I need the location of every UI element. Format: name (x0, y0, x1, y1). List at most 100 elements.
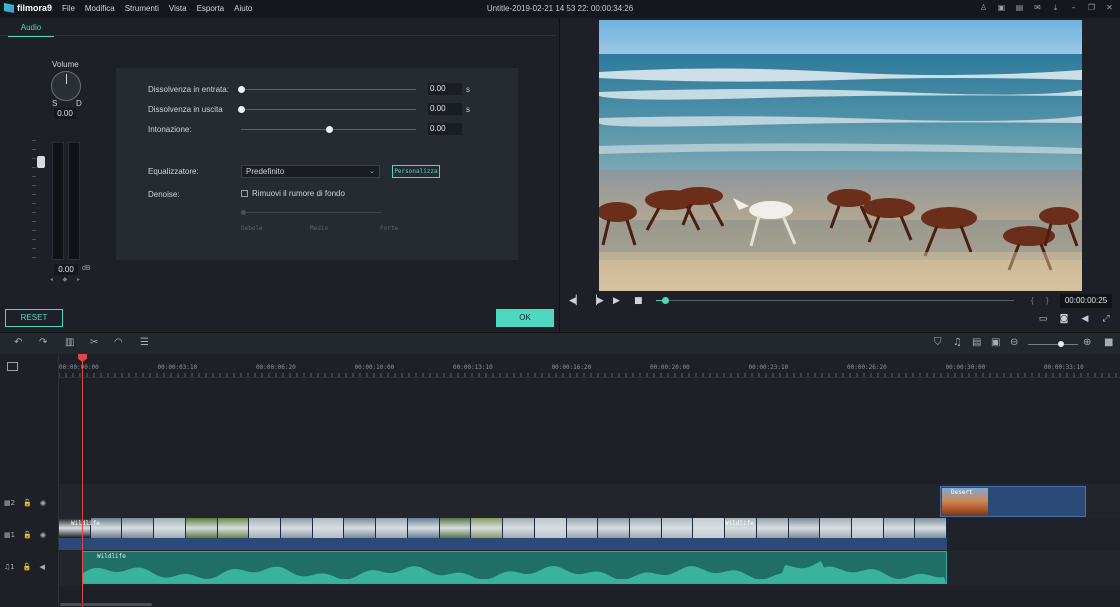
download-icon[interactable]: ⤓ (1051, 3, 1060, 12)
equalizer-label: Equalizzatore: (148, 167, 199, 176)
zoom-slider-thumb[interactable] (1057, 341, 1064, 347)
fade-out-value[interactable]: 0.00 (428, 103, 462, 115)
playhead[interactable] (82, 354, 83, 607)
filmora-logo-icon (4, 3, 14, 13)
filmstrip-frame (249, 518, 282, 538)
marker-icon[interactable]: ⛉ (934, 338, 942, 348)
playback-progress-track[interactable] (656, 300, 1014, 301)
visibility-icon[interactable]: ◉ (40, 499, 46, 509)
scale-tick (32, 158, 36, 159)
timeline-settings-icon[interactable]: ■ (1104, 338, 1113, 348)
ruler-label: 00:00:13:10 (453, 364, 493, 371)
menu-esporta[interactable]: Esporta (197, 4, 225, 13)
lock-icon[interactable]: 🔓 (23, 499, 32, 509)
denoise-level-track (241, 212, 381, 213)
fullscreen-icon[interactable]: ⤢ (1100, 314, 1112, 324)
scale-tick (32, 194, 36, 195)
ok-button[interactable]: OK (496, 309, 554, 327)
previous-frame-icon[interactable]: ◀▏ (569, 297, 583, 306)
scale-tick (32, 149, 36, 150)
volume-db-value[interactable]: 0.00 (54, 264, 78, 275)
knob-value[interactable]: 0.00 (54, 108, 76, 119)
timeline-ruler[interactable]: 00:00:00:00 00:00:03:10 00:00:06:20 00:00:1… (58, 354, 1120, 378)
render-preview-icon[interactable]: ▭ (1037, 314, 1049, 324)
subtitle-icon[interactable]: ▣ (991, 338, 1000, 348)
menu-file[interactable]: File (62, 4, 75, 13)
denoise-level-medium: Medio (310, 225, 329, 232)
next-frame-icon[interactable]: ▕▶ (590, 297, 604, 306)
play-icon[interactable]: ▶ (613, 297, 620, 306)
filmstrip-frame (407, 518, 440, 538)
filmstrip-frame (503, 518, 535, 538)
video-frame-horses (599, 20, 1082, 291)
mail-icon[interactable]: ✉ (1033, 3, 1042, 12)
account-icon[interactable]: ♙ (979, 3, 988, 12)
video-preview (599, 20, 1082, 291)
menu-modifica[interactable]: Modifica (85, 4, 115, 13)
volume-fader[interactable] (37, 156, 45, 168)
track-header-video-1: ▦1 🔓 ◉ (4, 531, 46, 541)
pitch-value[interactable]: 0.00 (428, 123, 462, 135)
video-clip-label: Wildlife (71, 520, 100, 527)
menu-aiuto[interactable]: Aiuto (234, 4, 252, 13)
timeline-scrollbar[interactable] (60, 603, 152, 606)
track-header-audio-1: ♫1 🔓 ◀ (4, 563, 45, 573)
stop-icon[interactable]: ■ (634, 297, 643, 306)
snapshot-icon[interactable]: ◙ (1058, 314, 1070, 324)
waveform-shape (83, 560, 946, 583)
menu-vista[interactable]: Vista (169, 4, 187, 13)
balance-knob[interactable] (51, 71, 81, 101)
menu-strumenti[interactable]: Strumenti (125, 4, 159, 13)
volume-icon[interactable]: ◀ (1079, 314, 1091, 324)
fade-in-track[interactable] (241, 89, 416, 90)
audio-clip-wildlife[interactable]: Wildlife (82, 551, 947, 584)
delete-icon[interactable]: ▥ (65, 338, 74, 348)
pip-clip-desert[interactable]: Desert (940, 486, 1086, 517)
filmstrip-frame (883, 518, 916, 538)
fade-in-thumb[interactable] (238, 86, 245, 93)
minimize-icon[interactable]: – (1069, 3, 1078, 12)
mixer-icon[interactable]: ▤ (972, 338, 981, 348)
scale-tick (32, 230, 36, 231)
adjust-icon[interactable]: ☰ (140, 338, 149, 348)
mark-in-out[interactable]: { } (1031, 296, 1054, 305)
equalizer-select[interactable]: Predefinito ⌄ (241, 165, 380, 178)
zoom-slider-track[interactable] (1028, 344, 1078, 345)
cart-icon[interactable]: ▣ (997, 3, 1006, 12)
denoise-checkbox-label: Rimuovi il rumore di fondo (252, 189, 345, 198)
lock-icon[interactable]: 🔓 (23, 531, 32, 541)
customize-button[interactable]: Personalizza (392, 165, 440, 178)
undo-icon[interactable]: ↶ (14, 338, 22, 348)
filmstrip-frame (693, 518, 726, 538)
denoise-checkbox[interactable] (241, 190, 248, 197)
pitch-label: Intonazione: (148, 125, 192, 134)
speed-icon[interactable]: ◠ (114, 338, 123, 348)
cut-icon[interactable]: ✂ (90, 338, 98, 348)
preview-tools: ▭ ◙ ◀ ⤢ (1037, 314, 1112, 324)
filmstrip-frame (598, 518, 630, 538)
zoom-in-icon[interactable]: ⊕ (1083, 338, 1091, 348)
microphone-icon[interactable]: ♫ (953, 338, 962, 348)
visibility-icon[interactable]: ◉ (40, 531, 46, 541)
gift-icon[interactable]: ▤ (1015, 3, 1024, 12)
level-meter-left (52, 142, 64, 260)
audio-clip-label: Wildlife (97, 553, 126, 560)
maximize-icon[interactable]: ❐ (1087, 3, 1096, 12)
redo-icon[interactable]: ↷ (39, 338, 47, 348)
fade-in-unit: s (466, 85, 470, 94)
pitch-thumb[interactable] (325, 126, 333, 133)
fade-out-thumb[interactable] (238, 106, 245, 113)
fade-in-value[interactable]: 0.00 (428, 83, 462, 95)
zoom-out-icon[interactable]: ⊖ (1010, 338, 1018, 348)
reset-button[interactable]: RESET (5, 309, 63, 327)
ruler-label: 00:00:30:00 (945, 364, 986, 371)
video-clip-wildlife[interactable]: Wildlife Wildlife (59, 518, 948, 550)
close-icon[interactable]: ✕ (1105, 3, 1114, 12)
fade-out-track[interactable] (241, 109, 416, 110)
filmstrip-frame (439, 518, 472, 538)
add-track-icon[interactable] (7, 362, 18, 371)
mute-icon[interactable]: ◀ (39, 563, 44, 573)
track-header-video-2: ▦2 🔓 ◉ (4, 499, 46, 509)
fade-out-label: Dissolvenza in uscita (148, 105, 223, 114)
lock-icon[interactable]: 🔓 (23, 563, 32, 573)
